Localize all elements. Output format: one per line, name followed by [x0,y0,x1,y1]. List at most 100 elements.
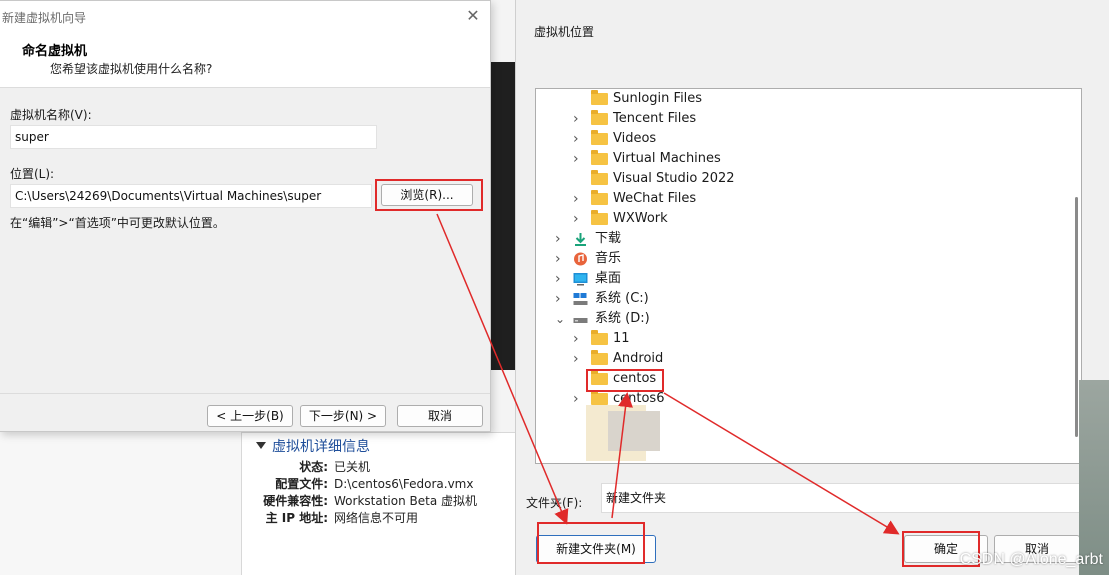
new-folder-button[interactable]: 新建文件夹(M) [536,535,656,563]
tree-node[interactable]: 系统 (D:) [536,309,1076,329]
blurred-region [608,411,660,451]
browse-button[interactable]: 浏览(R)... [381,184,473,206]
chevron-down-icon[interactable] [555,309,565,331]
vm-detail-key: 状态: [299,460,328,474]
tree-node-label: Sunlogin Files [613,91,703,106]
tree-node-label: 11 [613,331,630,346]
chevron-right-icon[interactable] [573,389,583,411]
drive-c-icon [573,292,588,306]
folder-icon [591,110,608,125]
vm-detail-key: 硬件兼容性: [263,494,328,508]
location-input[interactable]: C:\Users\24269\Documents\Virtual Machine… [10,184,372,208]
folder-icon [591,350,608,365]
vm-detail-row: 配置文件: D:\centos6\Fedora.vmx [244,475,514,492]
tree-scrollbar[interactable] [1075,197,1078,437]
vm-detail-row: 硬件兼容性: Workstation Beta 虚拟机 [244,492,514,509]
chevron-right-icon[interactable] [573,109,583,131]
vm-detail-value: Workstation Beta 虚拟机 [334,494,477,508]
vm-detail-value: 已关机 [334,460,371,474]
cancel-button[interactable]: 取消 [397,405,483,427]
vm-detail-key: 主 IP 地址: [265,511,328,525]
tree-node[interactable]: Tencent Files [536,109,1076,129]
tree-node[interactable]: 下载 [536,229,1076,249]
chevron-right-icon[interactable] [555,289,565,311]
folder-icon [591,390,608,405]
chevron-right-icon[interactable] [573,189,583,211]
browse-dialog-title: 虚拟机位置 [534,25,595,39]
tree-node[interactable]: Sunlogin Files [536,89,1076,109]
tree-node[interactable]: 音乐 [536,249,1076,269]
tree-node[interactable]: 11 [536,329,1076,349]
folder-icon [591,170,608,185]
browse-folder-dialog: 虚拟机位置 Sunlogin Files Tencent Files Videos V… [515,0,1109,575]
tree-node[interactable]: Visual Studio 2022 [536,169,1076,189]
folder-name-input[interactable]: 新建文件夹 [601,483,1081,513]
tree-node[interactable]: centos [536,369,1076,389]
chevron-right-icon[interactable] [573,349,583,371]
tree-node-label: centos [613,371,657,386]
chevron-right-icon[interactable] [573,129,583,151]
folder-tree[interactable]: Sunlogin Files Tencent Files Videos Virtual… [535,88,1082,464]
vm-detail-row: 主 IP 地址: 网络信息不可用 [244,509,514,526]
drive-d-icon [573,312,588,326]
wizard-title: 新建虚拟机向导 [2,11,87,25]
tree-node-label: Android [613,351,664,366]
chevron-right-icon[interactable] [573,329,583,351]
chevron-right-icon[interactable] [573,149,583,171]
folder-icon [591,210,608,225]
vm-library-panel [0,432,242,575]
tree-node-label: WeChat Files [613,191,697,206]
tree-node-label: 下载 [595,231,622,246]
tree-node[interactable]: Virtual Machines [536,149,1076,169]
tree-node-label: 桌面 [595,271,622,286]
vm-preview-area [490,62,515,370]
folder-icon [591,150,608,165]
page-subtitle: 您希望该虚拟机使用什么名称? [50,62,213,76]
vm-detail-key: 配置文件: [275,477,328,491]
tree-node-label: WXWork [613,211,668,226]
tree-node-label: 系统 (C:) [595,291,649,306]
tree-node[interactable]: Android [536,349,1076,369]
vm-name-input[interactable]: super [10,125,377,149]
folder-icon [591,190,608,205]
vm-details-header[interactable]: 虚拟机详细信息 [256,436,370,456]
tree-node[interactable]: WXWork [536,209,1076,229]
vm-name-label: 虚拟机名称(V): [10,108,92,122]
tree-node-label: 系统 (D:) [595,311,650,326]
tree-node[interactable]: Videos [536,129,1076,149]
close-icon[interactable]: ✕ [462,6,484,28]
chevron-right-icon[interactable] [573,209,583,231]
tree-node-label: 音乐 [595,251,622,266]
wizard-titlebar: 新建虚拟机向导 ✕ [0,1,490,32]
collapse-triangle-icon [256,442,266,449]
tree-node-label: Virtual Machines [613,151,721,166]
page-title: 命名虚拟机 [22,44,88,59]
vm-detail-value: 网络信息不可用 [334,511,419,525]
new-vm-wizard-dialog: 新建虚拟机向导 ✕ 命名虚拟机 您希望该虚拟机使用什么名称? 虚拟机名称(V):… [0,0,491,432]
tree-node-label: Visual Studio 2022 [613,171,735,186]
folder-icon [591,130,608,145]
watermark: CSDN @Alone_arbt [959,551,1103,568]
vm-detail-value: D:\centos6\Fedora.vmx [334,477,474,491]
tree-node-label: Tencent Files [613,111,697,126]
folder-label: 文件夹(F): [526,496,583,510]
tree-node-label: Videos [613,131,657,146]
tree-node[interactable]: WeChat Files [536,189,1076,209]
folder-icon [591,370,608,385]
tree-node[interactable]: 桌面 [536,269,1076,289]
next-button[interactable]: 下一步(N) > [300,405,386,427]
back-button[interactable]: < 上一步(B) [207,405,293,427]
chevron-right-icon[interactable] [555,229,565,251]
location-label: 位置(L): [10,167,55,181]
music-icon [573,252,588,266]
desktop-icon [573,272,588,286]
download-icon [573,232,588,246]
chevron-right-icon[interactable] [555,249,565,271]
desktop-wallpaper [1079,380,1109,575]
vm-detail-row: 状态: 已关机 [244,458,514,475]
folder-icon [591,330,608,345]
wizard-header: 命名虚拟机 您希望该虚拟机使用什么名称? [0,32,490,88]
tree-node[interactable]: 系统 (C:) [536,289,1076,309]
vm-details-title: 虚拟机详细信息 [272,439,370,455]
chevron-right-icon[interactable] [555,269,565,291]
